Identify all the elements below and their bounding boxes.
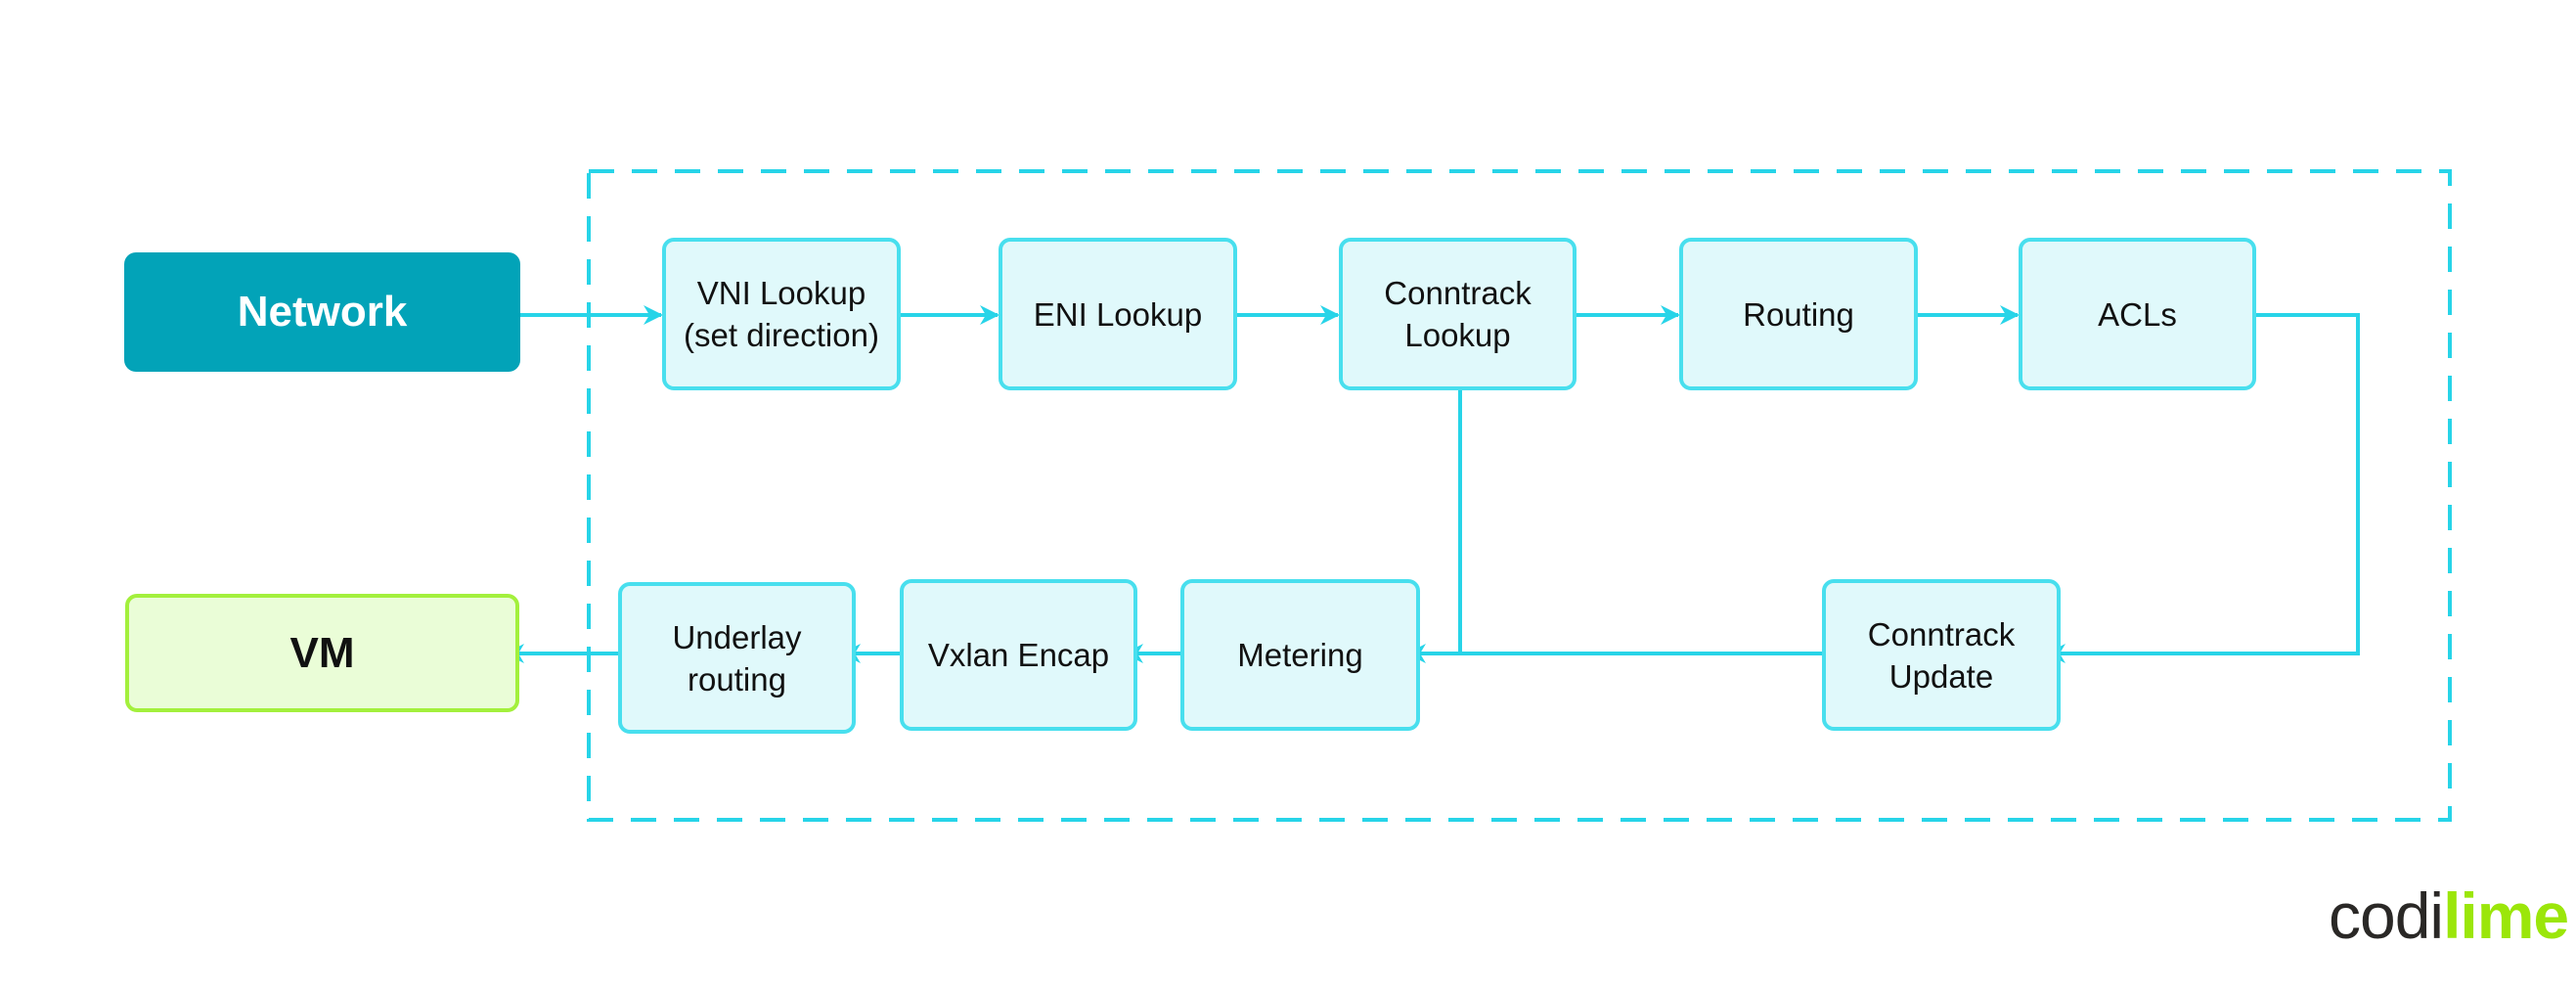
stage-label: Underlay routing xyxy=(672,618,802,698)
pipeline-diagram: Network VM VNI Lookup (set direction) EN… xyxy=(0,0,2576,991)
stage-label: Routing xyxy=(1743,295,1854,333)
stage-metering: Metering xyxy=(1180,579,1420,731)
stage-label: ENI Lookup xyxy=(1033,295,1203,333)
stage-conntrack-update: Conntrack Update xyxy=(1822,579,2061,731)
stage-routing: Routing xyxy=(1679,238,1918,390)
stage-label: Vxlan Encap xyxy=(927,637,1110,673)
vm-label: VM xyxy=(289,628,355,677)
stage-acls: ACLs xyxy=(2019,238,2256,390)
network-label: Network xyxy=(237,288,408,336)
network-node: Network xyxy=(124,252,520,372)
stage-label: Conntrack Update xyxy=(1867,615,2016,695)
vm-node: VM xyxy=(125,594,519,712)
logo-part-lime: lime xyxy=(2443,879,2569,952)
stage-label: Metering xyxy=(1237,637,1363,673)
codilime-logo: codilime xyxy=(2329,878,2569,953)
stage-underlay-routing: Underlay routing xyxy=(618,582,856,734)
stage-eni-lookup: ENI Lookup xyxy=(999,238,1237,390)
stage-vxlan-encap: Vxlan Encap xyxy=(900,579,1137,731)
stage-label: VNI Lookup (set direction) xyxy=(684,275,879,353)
stage-label: Conntrack Lookup xyxy=(1384,275,1532,353)
logo-part-codi: codi xyxy=(2329,879,2444,952)
stage-vni-lookup: VNI Lookup (set direction) xyxy=(662,238,901,390)
stage-label: ACLs xyxy=(2098,295,2177,333)
stage-conntrack-lookup: Conntrack Lookup xyxy=(1339,238,1577,390)
connectors-layer xyxy=(505,169,2452,822)
